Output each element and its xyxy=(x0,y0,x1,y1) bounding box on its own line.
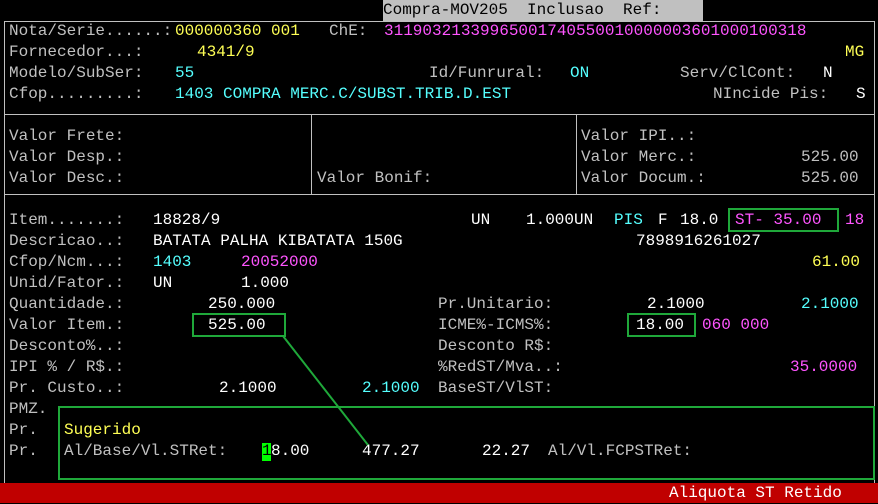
nota-label: Nota/Serie......: xyxy=(9,22,173,40)
nota-value[interactable]: 000000360 001 xyxy=(175,21,300,42)
cfopncm-label: Cfop/Ncm...: xyxy=(9,253,125,271)
prcusto-value[interactable]: 2.1000 xyxy=(219,378,277,399)
item-pis: PIS xyxy=(614,211,643,229)
frame-left xyxy=(4,21,5,483)
prunit-value[interactable]: 2.1000 xyxy=(647,294,705,315)
fcp-label: Al/Vl.FCPSTRet: xyxy=(548,442,693,460)
item-un: UN xyxy=(471,211,491,229)
valoritem-highlight-box xyxy=(192,313,286,337)
unid-label: Unid/Fator.: xyxy=(9,274,125,292)
fornecedor-uf: MG xyxy=(845,43,865,61)
servclcont-value[interactable]: N xyxy=(823,63,833,84)
sugerido-title: Sugerido xyxy=(64,421,141,439)
item-aliq: 18.0 xyxy=(680,211,719,229)
quantidade-value[interactable]: 250.000 xyxy=(208,294,275,315)
descricao-label: Descricao..: xyxy=(9,232,125,250)
item-ncm[interactable]: 20052000 xyxy=(241,252,318,273)
fornecedor-label: Fornecedor...: xyxy=(9,43,144,61)
pmz-label: PMZ. xyxy=(9,400,48,418)
divider-totals-col1 xyxy=(311,114,312,194)
quantidade-label: Quantidade.: xyxy=(9,295,125,313)
prcusto-label: Pr. Custo..: xyxy=(9,379,125,397)
nincide-label: NIncide Pis: xyxy=(713,85,829,103)
mva-value: 35.0000 xyxy=(790,358,858,376)
basest-label: BaseST/VlST: xyxy=(438,379,554,397)
item-value[interactable]: 18828/9 xyxy=(153,210,220,231)
pr-label-1: Pr. xyxy=(9,421,38,439)
merc-value[interactable]: 525.00 xyxy=(801,147,859,168)
unid-value[interactable]: UN xyxy=(153,273,172,294)
funrural-value[interactable]: ON xyxy=(570,63,589,84)
desp-label: Valor Desp.: xyxy=(9,148,125,166)
item-st-extra: 18 xyxy=(845,211,865,229)
descontors-label: Desconto R$: xyxy=(438,337,554,355)
che-label: ChE: xyxy=(329,22,368,40)
item-qty-un: 1.000UN xyxy=(526,211,594,229)
funrural-label: Id/Funrural: xyxy=(429,64,545,82)
nincide-value[interactable]: S xyxy=(856,84,866,105)
status-message: Aliquota ST Retido xyxy=(669,484,842,502)
icms-extra: 060 000 xyxy=(702,316,770,334)
descricao-value[interactable]: BATATA PALHA KIBATATA 150G xyxy=(153,231,403,252)
cfop-label: Cfop.........: xyxy=(9,85,144,103)
divider-top-item xyxy=(4,194,875,195)
redst-label: %RedST/Mva..: xyxy=(438,358,563,376)
bonif-label: Valor Bonif: xyxy=(317,169,433,187)
icms-highlight-box xyxy=(627,313,696,337)
merc-label: Valor Merc.: xyxy=(581,148,697,166)
modelo-label: Modelo/SubSer: xyxy=(9,64,144,82)
item-cfop[interactable]: 1403 xyxy=(153,252,191,273)
item-right-value: 61.00 xyxy=(812,253,861,271)
item-flag: F xyxy=(658,211,668,229)
sugerido-label: Al/Base/Vl.STRet: xyxy=(64,442,228,460)
modelo-value[interactable]: 55 xyxy=(175,63,194,84)
sugerido-aliq[interactable]: 8.00 xyxy=(271,441,309,462)
ipi-label: Valor IPI..: xyxy=(581,127,697,145)
prunit-value-2: 2.1000 xyxy=(801,295,859,313)
divider-totals-col2 xyxy=(576,114,577,194)
window-title: Compra-MOV205 Inclusao Ref: xyxy=(383,1,662,19)
docum-value[interactable]: 525.00 xyxy=(801,168,859,189)
pr-label-2: Pr. xyxy=(9,442,38,460)
icms-label: ICME%-ICMS%: xyxy=(438,316,554,334)
valoritem-label: Valor Item.: xyxy=(9,316,125,334)
servclcont-label: Serv/ClCont: xyxy=(680,64,796,82)
cfop-value[interactable]: 1403 COMPRA MERC.C/SUBST.TRIB.D.EST xyxy=(175,84,511,105)
ipi-item-label: IPI % / R$.: xyxy=(9,358,125,376)
sugerido-base[interactable]: 477.27 xyxy=(362,441,420,462)
prunit-label: Pr.Unitario: xyxy=(438,295,554,313)
fator-value[interactable]: 1.000 xyxy=(241,273,289,294)
sugerido-valor[interactable]: 22.27 xyxy=(482,441,530,462)
desc-label: Valor Desc.: xyxy=(9,169,125,187)
che-value[interactable]: 3119032133996500174055001000000360100010… xyxy=(384,21,806,42)
fornecedor-value[interactable]: 4341/9 xyxy=(197,42,255,63)
st-highlight-box xyxy=(728,208,839,232)
frete-label: Valor Frete: xyxy=(9,127,125,145)
ean-value: 7898916261027 xyxy=(636,232,761,250)
item-label: Item.......: xyxy=(9,211,125,229)
docum-label: Valor Docum.: xyxy=(581,169,706,187)
prcusto-value-2: 2.1000 xyxy=(362,379,420,397)
divider-top-totals xyxy=(4,114,875,115)
desconto-label: Desconto%..: xyxy=(9,337,125,355)
